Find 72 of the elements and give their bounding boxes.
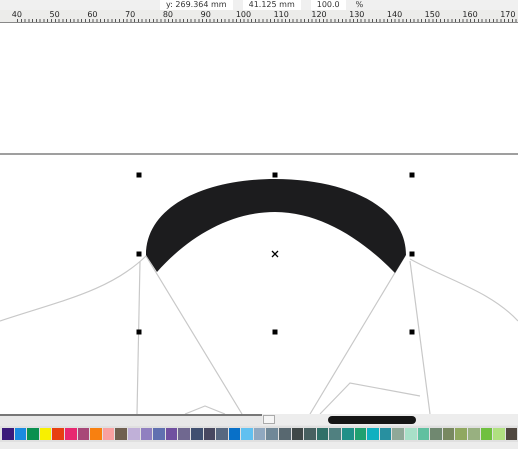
color-swatch[interactable] [2,428,14,440]
color-swatch[interactable] [430,428,442,440]
color-swatch[interactable] [153,428,165,440]
color-swatch[interactable] [64,428,77,440]
selection-handle[interactable] [272,172,278,178]
selection-handle[interactable] [136,252,142,257]
color-swatch[interactable] [204,428,216,440]
color-swatch[interactable] [480,428,492,440]
color-swatch[interactable] [14,428,26,440]
color-swatch[interactable] [78,428,90,440]
ruler-label: 170 [499,10,516,21]
color-swatch[interactable] [102,428,114,440]
selection-handle[interactable] [272,330,278,335]
ruler-label: 140 [386,10,404,21]
color-swatch[interactable] [354,428,366,440]
color-swatch[interactable] [178,428,190,440]
ruler-label: 110 [272,10,290,21]
color-swatch[interactable] [367,428,379,440]
ruler-label: 80 [162,10,174,21]
color-swatch[interactable] [166,428,178,440]
y-position-field[interactable]: y: 269.364 mm [160,0,233,10]
ruler-label: 60 [86,10,98,21]
horizontal-scrollbar[interactable] [262,414,518,426]
color-swatch[interactable] [455,428,467,440]
color-swatch[interactable] [40,428,52,440]
color-swatch[interactable] [392,428,404,440]
color-swatch[interactable] [52,428,64,440]
color-swatch[interactable] [140,428,152,440]
color-swatch[interactable] [304,428,316,440]
ruler-label: 40 [10,10,23,21]
selection-handle[interactable] [410,172,414,178]
color-swatch[interactable] [292,428,304,440]
ruler-label: 160 [461,10,479,21]
height-field[interactable]: 41.125 mm [242,0,301,10]
ruler-label: 90 [200,10,212,21]
color-swatch[interactable] [241,428,253,440]
arc-shape[interactable] [146,179,406,274]
color-swatch[interactable] [115,428,127,440]
color-swatch[interactable] [405,428,417,440]
selection-handle[interactable] [136,330,142,335]
color-swatch[interactable] [506,428,518,440]
color-swatch[interactable] [329,428,342,440]
ruler-label: 150 [424,10,441,21]
scale-field[interactable]: 100.0 [310,0,346,10]
color-swatch[interactable] [342,428,354,440]
color-swatch[interactable] [190,428,202,440]
scroll-left-icon[interactable] [263,415,275,424]
ruler-label: 130 [348,10,366,21]
color-swatch[interactable] [442,428,454,440]
color-swatch[interactable] [90,428,102,440]
selection-handle[interactable] [410,252,414,257]
ruler-label: 50 [48,10,61,21]
color-swatch[interactable] [418,428,430,440]
scale-unit: % [356,0,364,10]
color-swatch[interactable] [316,428,328,440]
color-swatch[interactable] [279,428,291,440]
color-swatch[interactable] [468,428,480,440]
ruler-label: 100 [234,10,252,21]
selection-handle[interactable] [410,330,414,335]
color-swatch[interactable] [254,428,266,440]
scrollbar-thumb[interactable] [328,416,416,424]
ruler-label: 70 [124,10,136,21]
center-mark-icon [271,250,279,258]
color-swatch[interactable] [128,428,140,440]
color-swatch[interactable] [493,428,505,440]
color-swatch[interactable] [266,428,278,440]
ruler-label: 120 [310,10,328,21]
selection-handle[interactable] [136,172,142,178]
color-swatch[interactable] [216,428,228,440]
color-swatch[interactable] [228,428,240,440]
color-swatch[interactable] [27,428,39,440]
color-swatch[interactable] [380,428,392,440]
